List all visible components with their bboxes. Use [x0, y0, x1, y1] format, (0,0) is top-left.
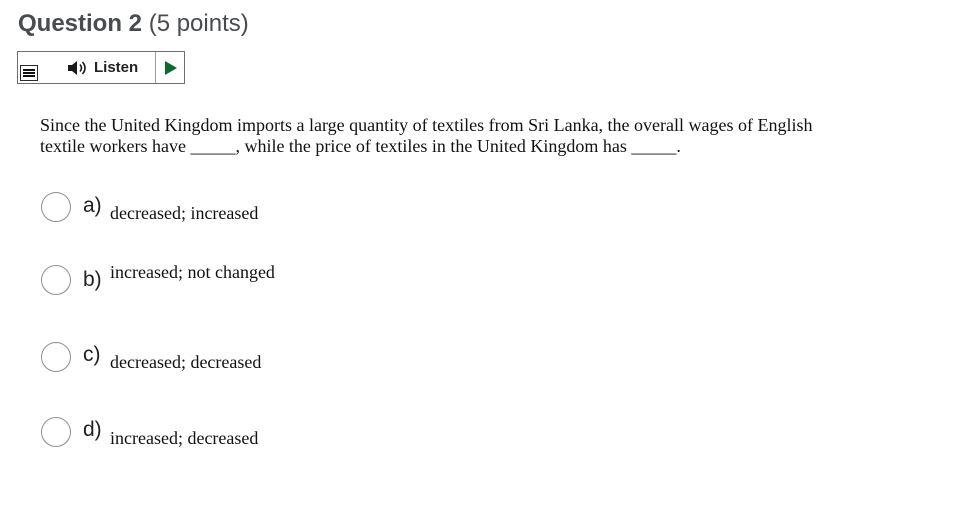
question-points: (5 points) — [148, 10, 249, 37]
radio-button-a[interactable] — [41, 192, 71, 222]
radio-button-d[interactable] — [41, 417, 71, 447]
option-text-b: increased; not changed — [110, 262, 275, 282]
question-text-line-1: Since the United Kingdom imports a large… — [40, 115, 813, 135]
menu-button[interactable] — [20, 65, 38, 81]
play-icon — [165, 61, 177, 75]
option-letter-a: a) — [83, 194, 102, 217]
question-text: Since the United Kingdom imports a large… — [40, 115, 960, 157]
option-letter-d: d) — [83, 418, 102, 441]
question-header: Question 2 (5 points) — [18, 8, 249, 40]
listen-button[interactable]: Listen — [42, 52, 156, 83]
speaker-icon — [68, 61, 86, 75]
option-text-c: decreased; decreased — [110, 352, 262, 372]
option-letter-b: b) — [83, 268, 102, 291]
option-text-a: decreased; increased — [110, 203, 259, 223]
option-letter-c: c) — [83, 343, 101, 366]
question-text-line-2: textile workers have _____, while the pr… — [40, 136, 681, 156]
listen-label: Listen — [94, 59, 139, 76]
play-button[interactable] — [156, 52, 184, 83]
question-title: Question 2 — [18, 10, 143, 37]
radio-button-c[interactable] — [41, 342, 71, 372]
radio-button-b[interactable] — [41, 265, 71, 295]
listen-toolbar: Listen — [17, 51, 185, 84]
option-text-d: increased; decreased — [110, 428, 259, 448]
